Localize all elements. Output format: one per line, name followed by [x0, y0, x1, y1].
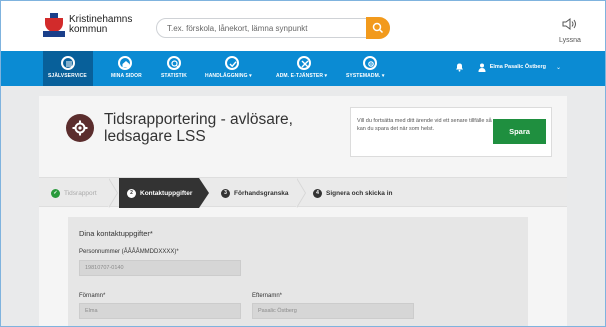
step-number: 3: [221, 188, 230, 198]
nav-item-systemadm[interactable]: SYSTEMADM. ▾: [341, 51, 397, 86]
listen-button[interactable]: Lyssna: [553, 17, 587, 44]
search-icon: [167, 56, 181, 70]
step-number: 2: [127, 188, 136, 198]
save-button[interactable]: Spara: [493, 119, 546, 144]
gear-icon: [363, 56, 377, 70]
page-title-line1: Tidsrapportering - avlösare,: [104, 111, 293, 128]
nav-item-sjalvservice[interactable]: SJÄLVSERVICE: [43, 51, 93, 86]
contact-form: Dina kontaktuppgifter* Personnummer (ÅÅÅ…: [68, 217, 528, 326]
nav-item-mina-sidor[interactable]: MINA SIDOR: [101, 51, 146, 86]
step-label: Signera och skicka in: [326, 189, 393, 197]
gear-icon: [66, 114, 94, 142]
coat-of-arms-icon: [43, 13, 65, 37]
nav-label: STATISTIK: [161, 73, 187, 79]
speaker-icon: [562, 18, 576, 30]
user-name: Elma Pasalic Östberg: [489, 64, 546, 70]
efternamn-label: Efternamn*: [252, 293, 283, 299]
step-tidsrapport[interactable]: ✓ Tidsrapport: [51, 178, 97, 208]
search-button[interactable]: [366, 17, 390, 39]
personnummer-label: Personnummer (ÅÅÅÅMMDDXXXX)*: [79, 249, 179, 255]
search-input[interactable]: T.ex. förskola, lånekort, lämna synpunkt: [156, 18, 390, 38]
progress-stepper: ✓ Tidsrapport 2 Kontaktuppgifter 3 Förha…: [39, 177, 567, 208]
nav-label: HANDLÄGGNING ▾: [205, 73, 252, 79]
step-label: Tidsrapport: [64, 189, 97, 197]
save-info-text: Vill du fortsätta med ditt ärende vid et…: [357, 118, 492, 132]
nav-label: MINA SIDOR: [111, 73, 142, 79]
fornamn-field[interactable]: Elma: [79, 303, 241, 319]
save-panel: Vill du fortsätta med ditt ärende vid et…: [350, 107, 552, 157]
check-icon: [225, 56, 239, 70]
site-header: Kristinehamns kommun T.ex. förskola, lån…: [1, 1, 605, 51]
nav-item-adm-etjanster[interactable]: ADM. E-TJÄNSTER ▾: [271, 51, 337, 86]
municipality-logo[interactable]: Kristinehamns kommun: [43, 13, 132, 37]
step-number: 4: [313, 188, 322, 198]
logo-line2: kommun: [69, 24, 108, 35]
bell-icon[interactable]: [455, 62, 464, 72]
browser-frame: Kristinehamns kommun T.ex. förskola, lån…: [0, 0, 606, 327]
personnummer-field[interactable]: 19810707-0140: [79, 260, 241, 276]
fornamn-label: Förnamn*: [79, 293, 106, 299]
step-kontaktuppgifter[interactable]: 2 Kontaktuppgifter: [119, 178, 199, 208]
page-title-line2: ledsagare LSS: [104, 128, 206, 145]
step-signera[interactable]: 4 Signera och skicka in: [313, 178, 392, 208]
section-heading: Dina kontaktuppgifter*: [79, 229, 153, 238]
check-icon: ✓: [51, 188, 60, 198]
page-title-area: Tidsrapportering - avlösare, ledsagare L…: [66, 111, 293, 145]
nav-label: SYSTEMADM. ▾: [346, 73, 385, 79]
step-label: Förhandsgranska: [234, 189, 289, 197]
efternamn-field[interactable]: Pasalic Östberg: [252, 303, 414, 319]
nav-item-handlaggning[interactable]: HANDLÄGGNING ▾: [201, 51, 263, 86]
user-menu[interactable]: Elma Pasalic Östberg ⌄: [455, 62, 561, 72]
page-title: Tidsrapportering - avlösare, ledsagare L…: [104, 111, 293, 145]
home-icon: [118, 56, 132, 70]
search-icon: [372, 22, 384, 34]
nav-item-statistik[interactable]: STATISTIK: [151, 51, 196, 86]
tools-icon: [297, 56, 311, 70]
nav-label: ADM. E-TJÄNSTER ▾: [276, 73, 328, 79]
nav-label: SJÄLVSERVICE: [48, 73, 87, 79]
step-forhandsgranska[interactable]: 3 Förhandsgranska: [221, 178, 289, 208]
listen-label: Lyssna: [559, 37, 581, 44]
chevron-down-icon: ⌄: [555, 64, 561, 71]
main-content: Tidsrapportering - avlösare, ledsagare L…: [39, 96, 567, 326]
step-arrow: [199, 178, 209, 208]
user-icon: [478, 63, 486, 72]
main-navigation: SJÄLVSERVICE MINA SIDOR STATISTIK HANDLÄ…: [1, 51, 605, 86]
list-icon: [61, 56, 75, 70]
step-label: Kontaktuppgifter: [140, 189, 193, 197]
